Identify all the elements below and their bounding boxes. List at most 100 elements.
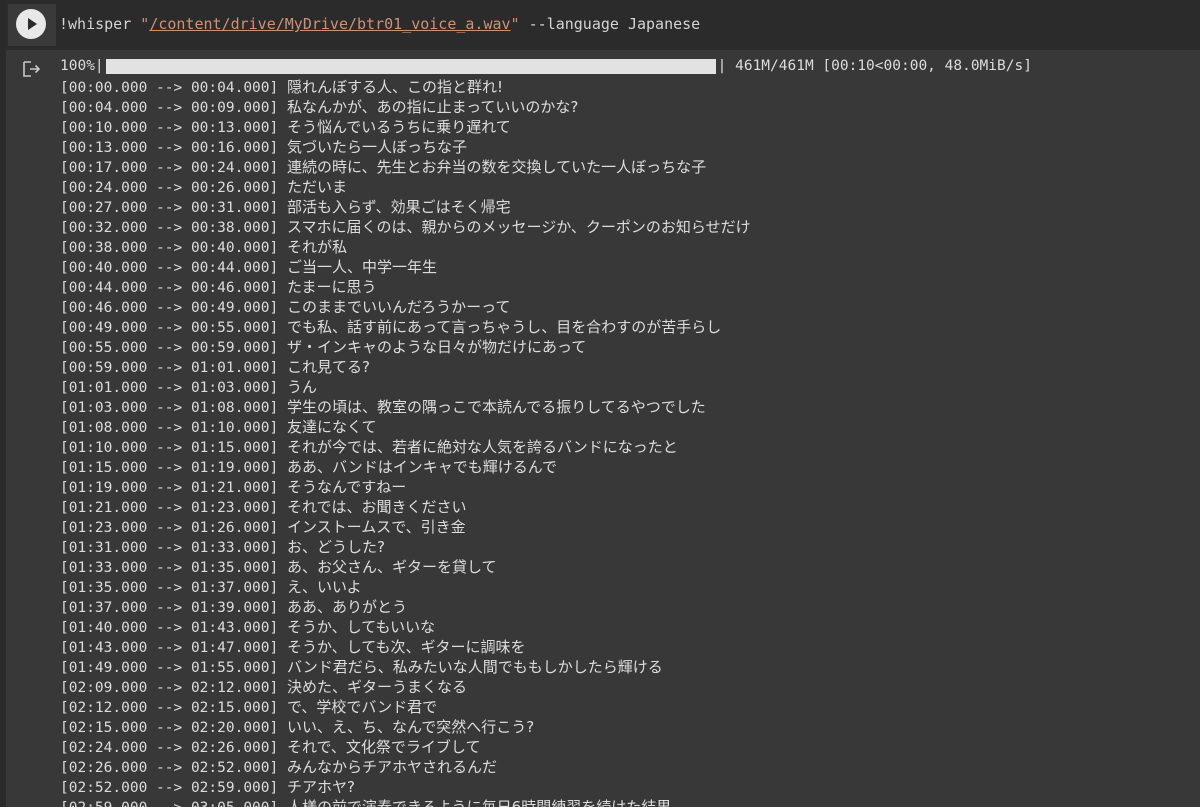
transcript-line: [01:03.000 --> 01:08.000] 学生の頃は、教室の隅っこで本… bbox=[60, 397, 1190, 417]
transcript-line: [01:08.000 --> 01:10.000] 友達になくて bbox=[60, 417, 1190, 437]
segment-text: このままでいいんだろうかーって bbox=[286, 298, 511, 316]
code-input-row[interactable]: !whisper "/content/drive/MyDrive/btr01_v… bbox=[6, 0, 1200, 50]
code-command: !whisper bbox=[59, 15, 141, 33]
segment-text: え、いいよ bbox=[286, 578, 362, 596]
segment-timestamp: [01:49.000 --> 01:55.000] bbox=[60, 660, 279, 676]
transcript-line: [01:15.000 --> 01:19.000] ああ、バンドはインキャでも輝… bbox=[60, 457, 1190, 477]
segment-text: 連続の時に、先生とお弁当の数を交換していた一人ぼっちな子 bbox=[286, 158, 707, 176]
segment-timestamp: [01:10.000 --> 01:15.000] bbox=[60, 440, 279, 456]
segment-text: ああ、バンドはインキャでも輝けるんで bbox=[286, 458, 557, 476]
transcript-line: [00:32.000 --> 00:38.000] スマホに届くのは、親からのメ… bbox=[60, 217, 1190, 237]
segment-text: 気づいたら一人ぼっちな子 bbox=[286, 138, 467, 156]
segment-text: それが今では、若者に絶対な人気を誇るバンドになったと bbox=[286, 438, 678, 456]
segment-timestamp: [02:09.000 --> 02:12.000] bbox=[60, 680, 279, 696]
transcript-line: [01:40.000 --> 01:43.000] そうか、してもいいな bbox=[60, 617, 1190, 637]
segment-text: それで、文化祭でライブして bbox=[286, 738, 481, 756]
segment-timestamp: [01:40.000 --> 01:43.000] bbox=[60, 620, 279, 636]
transcript-line: [01:19.000 --> 01:21.000] そうなんですねー bbox=[60, 477, 1190, 497]
segment-timestamp: [01:03.000 --> 01:08.000] bbox=[60, 400, 279, 416]
segment-text: そうなんですねー bbox=[286, 478, 407, 496]
transcript-line: [01:37.000 --> 01:39.000] ああ、ありがとう bbox=[60, 597, 1190, 617]
segment-timestamp: [00:17.000 --> 00:24.000] bbox=[60, 160, 279, 176]
segment-text: それが私 bbox=[286, 238, 347, 256]
segment-timestamp: [01:15.000 --> 01:19.000] bbox=[60, 460, 279, 476]
segment-timestamp: [00:27.000 --> 00:31.000] bbox=[60, 200, 279, 216]
transcript-line: [01:31.000 --> 01:33.000] お、どうした? bbox=[60, 537, 1190, 557]
segment-timestamp: [00:55.000 --> 00:59.000] bbox=[60, 340, 279, 356]
segment-text: ただいま bbox=[286, 178, 347, 196]
transcript-line: [02:09.000 --> 02:12.000] 決めた、ギターうまくなる bbox=[60, 677, 1190, 697]
segment-timestamp: [01:35.000 --> 01:37.000] bbox=[60, 580, 279, 596]
segment-timestamp: [01:33.000 --> 01:35.000] bbox=[60, 560, 279, 576]
segment-timestamp: [00:38.000 --> 00:40.000] bbox=[60, 240, 279, 256]
segment-timestamp: [00:13.000 --> 00:16.000] bbox=[60, 140, 279, 156]
code-file-path-link[interactable]: /content/drive/MyDrive/btr01_voice_a.wav bbox=[149, 15, 510, 33]
segment-timestamp: [02:26.000 --> 02:52.000] bbox=[60, 760, 279, 776]
transcript-line: [00:40.000 --> 00:44.000] ご当一人、中学一年生 bbox=[60, 257, 1190, 277]
progress-percent: 100%| bbox=[60, 58, 104, 74]
transcript-line: [01:01.000 --> 01:03.000] うん bbox=[60, 377, 1190, 397]
segment-text: あ、お父さん、ギターを貸して bbox=[286, 558, 497, 576]
run-area bbox=[8, 4, 56, 46]
segment-text: 友達になくて bbox=[286, 418, 377, 436]
segment-text: チアホヤ? bbox=[286, 778, 355, 796]
segment-text: ザ・インキャのような日々が物だけにあって bbox=[286, 338, 587, 356]
segment-text: インストームスで、引き金 bbox=[286, 518, 466, 536]
segment-timestamp: [00:59.000 --> 01:01.000] bbox=[60, 360, 279, 376]
code-editor-line[interactable]: !whisper "/content/drive/MyDrive/btr01_v… bbox=[59, 14, 700, 34]
transcript-line: [01:23.000 --> 01:26.000] インストームスで、引き金 bbox=[60, 517, 1190, 537]
segment-text: そう悩んでいるうちに乗り遅れて bbox=[286, 118, 511, 136]
segment-timestamp: [02:59.000 --> 03:05.000] bbox=[60, 800, 278, 807]
code-open-quote: " bbox=[140, 15, 150, 33]
segment-text: ご当一人、中学一年生 bbox=[286, 258, 437, 276]
segment-timestamp: [00:00.000 --> 00:04.000] bbox=[60, 80, 279, 96]
play-icon bbox=[28, 18, 37, 30]
progress-bar bbox=[105, 58, 716, 74]
segment-text: スマホに届くのは、親からのメッセージか、クーポンのお知らせだけ bbox=[286, 218, 751, 236]
segment-timestamp: [01:43.000 --> 01:47.000] bbox=[60, 640, 279, 656]
segment-text: うん bbox=[286, 378, 317, 396]
segment-timestamp: [01:08.000 --> 01:10.000] bbox=[60, 420, 279, 436]
run-cell-button[interactable] bbox=[16, 9, 46, 39]
segment-text: バンド君だら、私みたいな人間でももしかしたら輝ける bbox=[286, 658, 663, 676]
segment-timestamp: [00:46.000 --> 00:49.000] bbox=[60, 300, 279, 316]
transcript-line: [00:55.000 --> 00:59.000] ザ・インキャのような日々が物… bbox=[60, 337, 1190, 357]
transcript-line: [02:15.000 --> 02:20.000] いい、え、ち、なんで突然へ行… bbox=[60, 717, 1190, 737]
segment-timestamp: [00:24.000 --> 00:26.000] bbox=[60, 180, 279, 196]
segment-text: いい、え、ち、なんで突然へ行こう? bbox=[286, 718, 535, 736]
transcript-line: [02:24.000 --> 02:26.000] それで、文化祭でライブして bbox=[60, 737, 1190, 757]
transcript-line: [01:43.000 --> 01:47.000] そうか、しても次、ギターに調… bbox=[60, 637, 1190, 657]
segment-text: そうか、しても次、ギターに調味を bbox=[286, 638, 526, 656]
segment-timestamp: [01:23.000 --> 01:26.000] bbox=[60, 520, 279, 536]
segment-text: でも私、話す前にあって言っちゃうし、目を合わすのが苦手らし bbox=[286, 318, 722, 336]
segment-text: それでは、お聞きください bbox=[286, 498, 467, 516]
transcript-line: [00:10.000 --> 00:13.000] そう悩んでいるうちに乗り遅れ… bbox=[60, 117, 1190, 137]
segment-timestamp: [00:10.000 --> 00:13.000] bbox=[60, 120, 279, 136]
cell-output: 100%| | 461M/461M [00:10<00:00, 48.0MiB/s… bbox=[60, 55, 1190, 807]
transcript-line: [00:44.000 --> 00:46.000] たまーに思う bbox=[60, 277, 1190, 297]
segment-text: そうか、してもいいな bbox=[286, 618, 436, 636]
segment-text: 隠れんぼする人、この指と群れ! bbox=[286, 78, 503, 96]
segment-text: これ見てる? bbox=[286, 358, 370, 376]
segment-timestamp: [01:19.000 --> 01:21.000] bbox=[60, 480, 279, 496]
segment-timestamp: [00:04.000 --> 00:09.000] bbox=[60, 100, 279, 116]
segment-text: 人様の前で演奏できるように毎日6時間練習を続けた結果 bbox=[286, 798, 672, 807]
segment-timestamp: [00:44.000 --> 00:46.000] bbox=[60, 280, 279, 296]
transcript-line: [02:26.000 --> 02:52.000] みんなからチアホヤされるんだ bbox=[60, 757, 1190, 777]
progress-stats: | 461M/461M [00:10<00:00, 48.0MiB/s] bbox=[717, 58, 1032, 74]
code-close-quote: " bbox=[510, 15, 520, 33]
segment-text: 部活も入らず、効果ごはそく帰宅 bbox=[286, 198, 511, 216]
segment-text: 私なんかが、あの指に止まっていいのかな? bbox=[286, 98, 579, 116]
transcript-line: [01:35.000 --> 01:37.000] え、いいよ bbox=[60, 577, 1190, 597]
segment-timestamp: [02:15.000 --> 02:20.000] bbox=[60, 720, 279, 736]
transcript-line: [00:59.000 --> 01:01.000] これ見てる? bbox=[60, 357, 1190, 377]
segment-timestamp: [01:01.000 --> 01:03.000] bbox=[60, 380, 279, 396]
transcript-line: [01:33.000 --> 01:35.000] あ、お父さん、ギターを貸して bbox=[60, 557, 1190, 577]
segment-timestamp: [02:52.000 --> 02:59.000] bbox=[60, 780, 279, 796]
transcript-line: [01:21.000 --> 01:23.000] それでは、お聞きください bbox=[60, 497, 1190, 517]
transcript-line: [00:38.000 --> 00:40.000] それが私 bbox=[60, 237, 1190, 257]
output-arrow-icon[interactable] bbox=[22, 60, 42, 78]
segment-text: みんなからチアホヤされるんだ bbox=[286, 758, 497, 776]
segment-timestamp: [01:31.000 --> 01:33.000] bbox=[60, 540, 279, 556]
notebook-cell: !whisper "/content/drive/MyDrive/btr01_v… bbox=[0, 0, 1200, 807]
